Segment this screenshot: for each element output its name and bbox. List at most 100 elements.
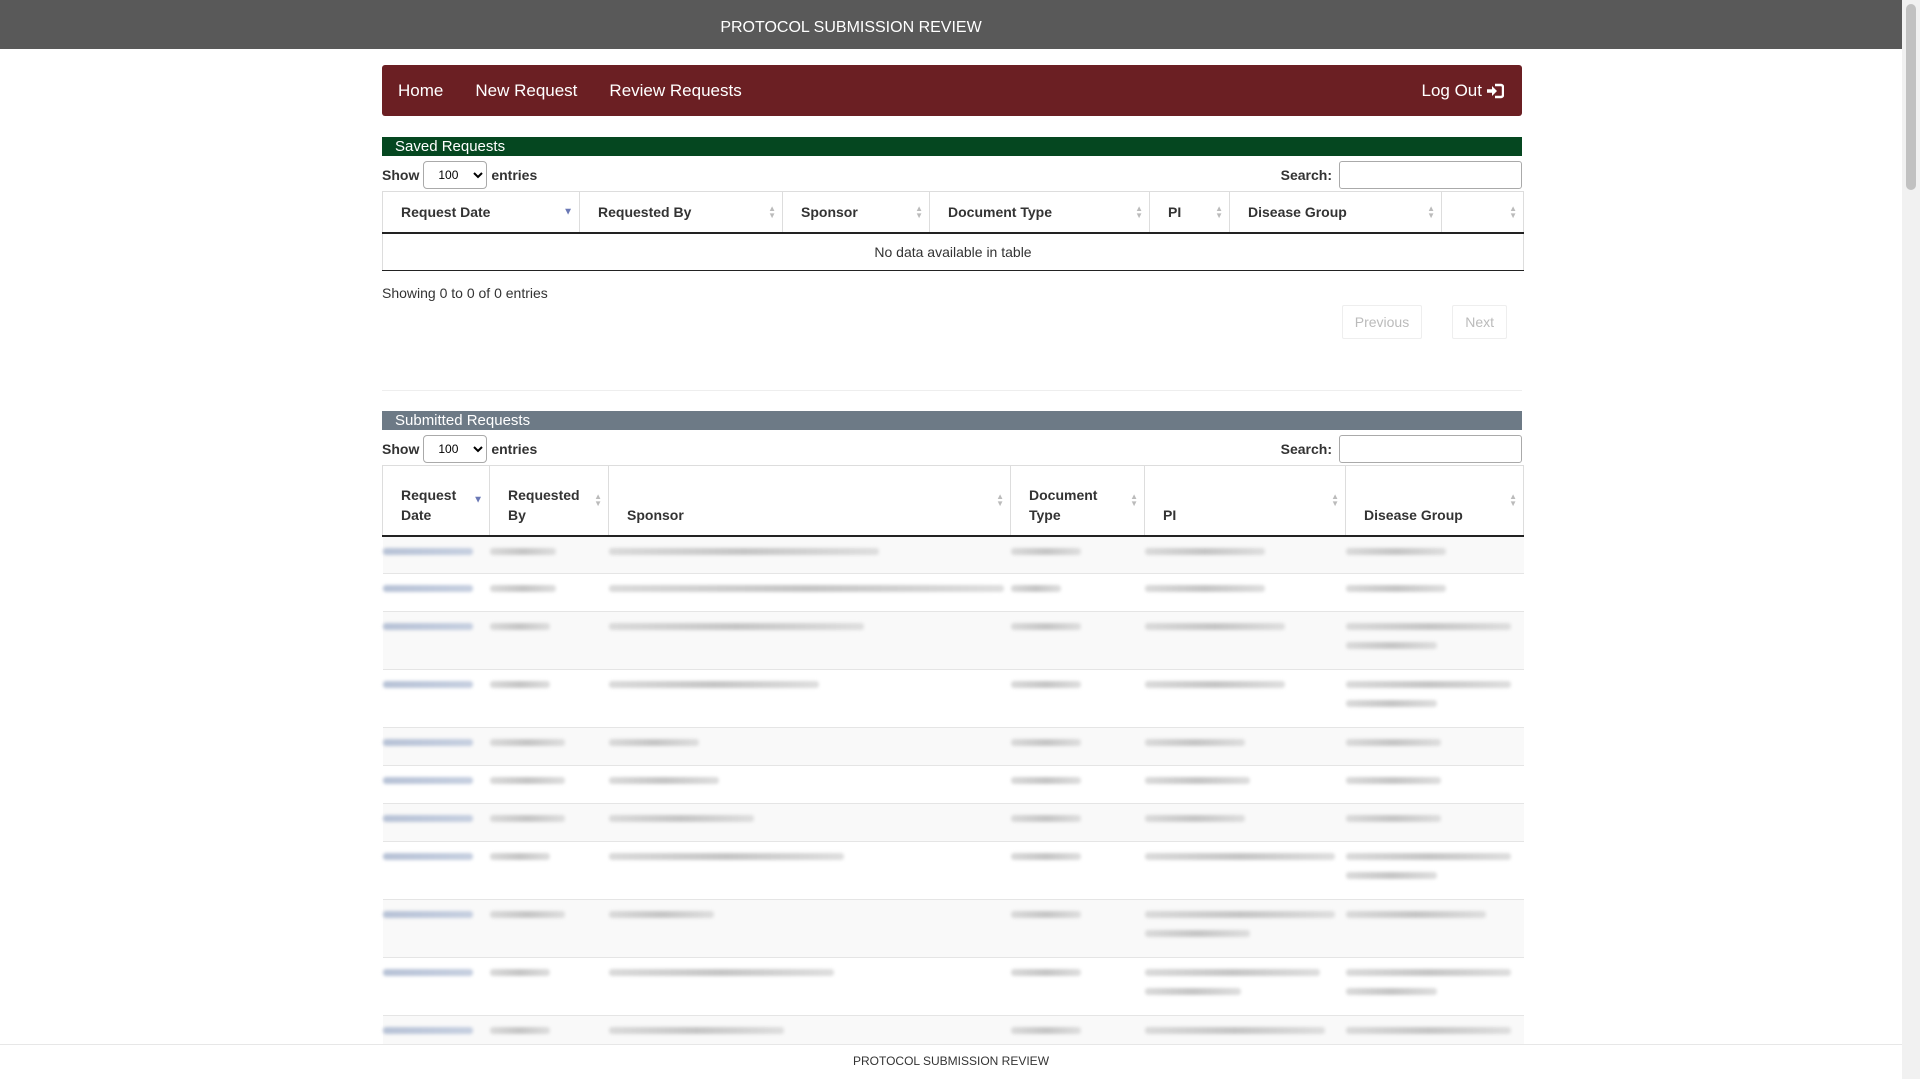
submitted-entries-label: entries <box>491 440 538 457</box>
sort-icon: ▲ ▼ <box>1509 492 1517 508</box>
next-page-button[interactable]: Next <box>1452 304 1507 339</box>
table-row[interactable] <box>382 957 1524 1016</box>
submitted-controls: Show 100 entries Search: <box>382 433 1522 465</box>
redacted-cell <box>1144 803 1346 842</box>
submitted-col-label: PI <box>1163 506 1177 523</box>
redacted-text <box>1345 988 1437 995</box>
redacted-text <box>608 623 864 630</box>
redacted-text <box>1010 585 1061 592</box>
submitted-col-requested-by[interactable]: Requested By ▲ ▼ <box>489 464 609 537</box>
table-row[interactable] <box>382 899 1524 958</box>
page-scrollbar[interactable] <box>1902 0 1920 1079</box>
redacted-cell <box>382 573 490 612</box>
saved-show-label: Show <box>382 167 420 183</box>
table-row[interactable] <box>382 727 1524 766</box>
submitted-col-sponsor[interactable]: Sponsor ▲ ▼ <box>608 464 1011 537</box>
redacted-text <box>608 853 844 860</box>
redacted-text <box>1144 1027 1325 1034</box>
redacted-text <box>489 547 556 555</box>
redacted-text <box>382 777 473 784</box>
redacted-text <box>1345 853 1511 860</box>
saved-col-request-date[interactable]: Request Date ▼ <box>382 191 580 234</box>
redacted-cell <box>382 841 490 900</box>
submitted-page-size-select[interactable]: 100 <box>423 434 488 463</box>
saved-search-input[interactable] <box>1339 161 1522 189</box>
saved-col-requested-by[interactable]: Requested By ▲ ▼ <box>579 191 783 234</box>
empty-table-message: No data available in table <box>382 232 1524 271</box>
redacted-cell <box>489 669 609 728</box>
redacted-text <box>1345 642 1437 649</box>
redacted-cell <box>489 611 609 670</box>
redacted-text <box>1144 911 1335 918</box>
redacted-cell <box>608 803 1011 842</box>
redacted-text <box>1144 777 1250 784</box>
redacted-text <box>1144 623 1285 630</box>
table-row[interactable] <box>382 765 1524 804</box>
redacted-cell <box>382 803 490 842</box>
redacted-text <box>1010 547 1081 555</box>
table-row[interactable] <box>382 611 1524 670</box>
submitted-col-request-date[interactable]: Request Date ▼ <box>382 464 490 537</box>
submitted-col-label: Date <box>401 506 432 523</box>
redacted-cell <box>1010 899 1145 958</box>
sort-icon: ▲ ▼ <box>1130 492 1138 508</box>
submitted-col-disease-group[interactable]: Disease Group ▲ ▼ <box>1345 464 1524 537</box>
submitted-col-pi[interactable]: PI ▲ ▼ <box>1144 464 1346 537</box>
submitted-search-input[interactable] <box>1339 434 1522 463</box>
saved-col-sponsor[interactable]: Sponsor ▲ ▼ <box>782 191 930 234</box>
saved-col-pi[interactable]: PI ▲ ▼ <box>1149 191 1230 234</box>
sign-out-icon <box>1487 83 1504 98</box>
saved-col-document-type[interactable]: Document Type ▲ ▼ <box>929 191 1150 234</box>
previous-page-button[interactable]: Previous <box>1341 304 1423 339</box>
table-row[interactable] <box>382 803 1524 842</box>
redacted-cell <box>608 669 1011 728</box>
table-row[interactable] <box>382 573 1524 612</box>
redacted-text <box>1345 815 1441 822</box>
sort-icon: ▲ ▼ <box>1427 203 1435 220</box>
redacted-cell <box>382 727 490 766</box>
redacted-text <box>1345 872 1437 879</box>
redacted-cell <box>489 899 609 958</box>
redacted-cell <box>1010 611 1145 670</box>
logout-button[interactable]: Log Out <box>1422 81 1504 101</box>
saved-col-disease-group[interactable]: Disease Group ▲ ▼ <box>1229 191 1442 234</box>
submitted-col-label: Request <box>401 486 457 503</box>
redacted-cell <box>1144 535 1346 574</box>
sort-icon: ▲ ▼ <box>1135 203 1143 220</box>
redacted-cell <box>608 765 1011 804</box>
redacted-text <box>1345 739 1441 746</box>
redacted-cell <box>1010 841 1145 900</box>
redacted-text <box>1010 969 1081 976</box>
table-row[interactable] <box>382 535 1524 574</box>
redacted-cell <box>1345 765 1524 804</box>
nav-new-request[interactable]: New Request <box>475 81 577 101</box>
nav-home[interactable]: Home <box>398 81 443 101</box>
nav-review-requests[interactable]: Review Requests <box>609 81 741 101</box>
redacted-text <box>489 623 550 630</box>
redacted-cell <box>489 957 609 1016</box>
submitted-col-document-type[interactable]: Document Type ▲ ▼ <box>1010 464 1145 537</box>
redacted-cell <box>1010 727 1145 766</box>
saved-col-actions[interactable]: ▲ ▼ <box>1441 191 1524 234</box>
scrollbar-thumb[interactable] <box>1906 4 1916 190</box>
table-row[interactable] <box>382 841 1524 900</box>
table-row[interactable] <box>382 669 1524 728</box>
redacted-text <box>1345 547 1446 555</box>
redacted-text <box>382 911 473 918</box>
redacted-text <box>1345 969 1511 976</box>
saved-col-label: PI <box>1168 203 1182 220</box>
redacted-cell <box>1345 611 1524 670</box>
submitted-requests-header: Submitted Requests <box>382 410 1522 430</box>
app-header: PROTOCOL SUBMISSION REVIEW <box>0 0 1902 49</box>
redacted-text <box>489 777 565 784</box>
redacted-cell <box>1144 765 1346 804</box>
redacted-text <box>1345 1027 1511 1034</box>
redacted-text <box>608 911 714 918</box>
redacted-text <box>608 969 834 976</box>
redacted-cell <box>608 727 1011 766</box>
saved-page-size-select[interactable]: 100 <box>423 161 488 189</box>
redacted-text <box>489 739 565 746</box>
redacted-cell <box>1144 573 1346 612</box>
redacted-cell <box>1345 669 1524 728</box>
redacted-text <box>1144 853 1335 860</box>
